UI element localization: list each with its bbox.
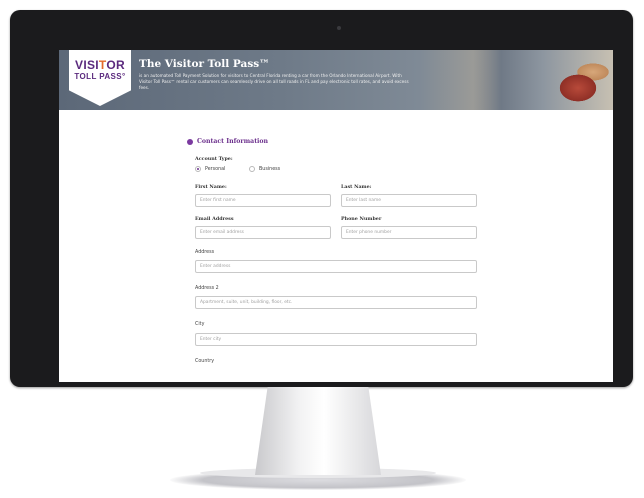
radio-business-indicator[interactable] — [249, 166, 255, 172]
section-heading: Contact Information — [187, 138, 268, 145]
email-label: Email Address — [195, 216, 234, 222]
address2-input[interactable]: Apartment, suite, unit, building, floor,… — [195, 296, 477, 309]
city-input[interactable]: Enter city — [195, 333, 477, 346]
visitor-toll-pass-logo[interactable]: VISITOR TOLL PASS° — [69, 50, 131, 106]
monitor-bezel: VISITOR TOLL PASS° The Visitor Toll Pass… — [10, 10, 633, 387]
city-label: City — [195, 322, 205, 327]
account-type-label: Account Type: — [195, 156, 233, 162]
phone-label: Phone Number — [341, 216, 382, 222]
address-input[interactable]: Enter address — [195, 260, 477, 273]
radio-business-label: Business — [259, 166, 281, 172]
email-input[interactable]: Enter email address — [195, 226, 331, 239]
logo-subtitle: TOLL PASS° — [74, 72, 126, 81]
last-name-input[interactable]: Enter last name — [341, 194, 477, 207]
page-title: The Visitor Toll Pass™ — [139, 58, 270, 70]
radio-personal[interactable]: Personal — [195, 166, 225, 172]
first-name-label: First Name: — [195, 184, 227, 190]
first-name-input[interactable]: Enter first name — [195, 194, 331, 207]
phone-input[interactable]: Enter phone number — [341, 226, 477, 239]
banner-photo — [473, 50, 613, 110]
webcam-dot — [337, 26, 341, 30]
address-label: Address — [195, 250, 215, 255]
address2-label: Address 2 — [195, 286, 219, 291]
last-name-label: Last Name: — [341, 184, 372, 190]
banner-description: is an automated Toll Payment Solution fo… — [139, 73, 409, 90]
radio-personal-indicator[interactable] — [195, 166, 201, 172]
header-banner: VISITOR TOLL PASS° The Visitor Toll Pass… — [59, 50, 613, 110]
country-label: Country — [195, 359, 215, 364]
monitor-screen: VISITOR TOLL PASS° The Visitor Toll Pass… — [59, 50, 613, 382]
section-title: Contact Information — [197, 138, 269, 145]
contact-info-icon — [187, 138, 193, 145]
monitor-stand-neck — [255, 387, 381, 475]
radio-business[interactable]: Business — [249, 166, 280, 172]
radio-personal-label: Personal — [205, 166, 226, 172]
logo-wordmark: VISITOR — [75, 58, 125, 72]
